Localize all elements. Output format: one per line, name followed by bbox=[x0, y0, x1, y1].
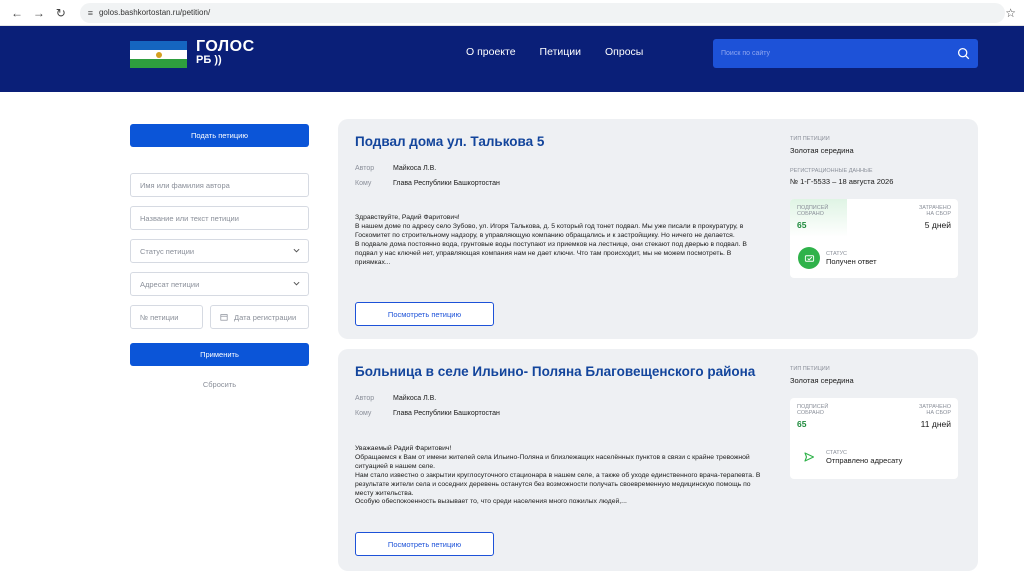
petition-excerpt: Здравствуйте, Радий Фаритович! В нашем д… bbox=[355, 214, 768, 267]
reg-value: № 1-Г-5533 – 18 августа 2026 bbox=[790, 177, 894, 186]
excerpt-line: Особую обеспокоенность вызывает то, что … bbox=[355, 498, 627, 506]
type-label: ТИП ПЕТИЦИИ bbox=[790, 366, 830, 372]
nav-polls[interactable]: Опросы bbox=[605, 46, 643, 58]
type-value: Золотая середина bbox=[790, 146, 854, 155]
logo-sub-text: РБ bbox=[196, 54, 212, 66]
number-date-row: № петиции Дата регистрации bbox=[130, 305, 309, 329]
petition-text-field[interactable]: Название или текст петиции bbox=[130, 206, 309, 230]
addressee-select[interactable]: Адресат петиции bbox=[130, 272, 309, 296]
petition-author-row: Автор Майкоса Л.В. bbox=[355, 395, 436, 402]
author-placeholder: Имя или фамилия автора bbox=[140, 180, 230, 190]
to-label: Кому bbox=[355, 180, 372, 187]
chevron-down-icon bbox=[293, 248, 300, 253]
browser-toolbar: ← → ↻ ≡ golos.bashkortostan.ru/petition/… bbox=[0, 0, 1024, 26]
excerpt-line: Нам стало известно о закрытии круглосуто… bbox=[355, 471, 761, 497]
signatures-label-2: СОБРАНО bbox=[797, 211, 824, 217]
petition-stats: ПОДПИСЕЙ СОБРАНО 65 ЗАТРАЧЕНО НА СБОР 11… bbox=[790, 398, 958, 479]
status-placeholder: Статус петиции bbox=[140, 246, 195, 256]
site-settings-icon[interactable]: ≡ bbox=[88, 8, 93, 18]
status-value: Отправлено адресату bbox=[826, 455, 903, 465]
excerpt-line: В нашем доме по адресу село Зубово, ул. … bbox=[355, 222, 744, 239]
excerpt-line: Уважаемый Радий Фаритович! bbox=[355, 445, 452, 452]
answer-received-icon bbox=[798, 247, 820, 269]
number-placeholder: № петиции bbox=[140, 312, 179, 322]
sound-waves-icon: )) bbox=[214, 54, 222, 66]
send-icon bbox=[798, 446, 820, 468]
excerpt-line: Обращаемся к Вам от имени жителей села И… bbox=[355, 453, 750, 470]
excerpt-line: В подвале дома постоянно вода, грунтовые… bbox=[355, 240, 747, 266]
petition-number-field[interactable]: № петиции bbox=[130, 305, 203, 329]
calendar-icon bbox=[220, 314, 228, 321]
petition-to-row: Кому Глава Республики Башкортостан bbox=[355, 410, 500, 417]
petition-title[interactable]: Подвал дома ул. Талькова 5 bbox=[355, 134, 544, 149]
spent-block: ЗАТРАЧЕНО НА СБОР 5 дней bbox=[919, 205, 951, 230]
reset-link[interactable]: Сбросить bbox=[130, 380, 309, 389]
spent-days: 5 дней bbox=[924, 220, 951, 230]
author-label: Автор bbox=[355, 165, 375, 172]
view-petition-button[interactable]: Посмотреть петицию bbox=[355, 532, 494, 556]
petition-card: Больница в селе Ильино- Поляна Благовеще… bbox=[338, 349, 978, 571]
signatures-count: 65 bbox=[797, 220, 807, 230]
author-value: Майкоса Л.В. bbox=[393, 395, 437, 402]
url-text: golos.bashkortostan.ru/petition/ bbox=[98, 8, 211, 17]
reload-icon[interactable]: ↻ bbox=[52, 4, 70, 22]
reg-label: РЕГИСТРАЦИОННЫЕ ДАННЫЕ bbox=[790, 168, 873, 174]
excerpt-line: Здравствуйте, Радий Фаритович! bbox=[355, 214, 460, 221]
nav-about[interactable]: О проекте bbox=[466, 46, 516, 58]
site-search bbox=[713, 39, 978, 68]
signatures-label-2: СОБРАНО bbox=[797, 410, 824, 416]
nav-petitions[interactable]: Петиции bbox=[540, 46, 581, 58]
site-header: ГОЛОС РБ )) О проекте Петиции Опросы bbox=[0, 26, 1024, 92]
search-icon[interactable] bbox=[957, 47, 970, 60]
type-value: Золотая середина bbox=[790, 376, 854, 385]
forward-icon[interactable]: → bbox=[30, 4, 48, 22]
status-value: Получен ответ bbox=[826, 256, 877, 266]
spent-days: 11 дней bbox=[920, 419, 951, 429]
back-icon[interactable]: ← bbox=[8, 4, 26, 22]
view-petition-button[interactable]: Посмотреть петицию bbox=[355, 302, 494, 326]
petition-author-row: Автор Майкоса Л.В. bbox=[355, 165, 436, 172]
addressee-placeholder: Адресат петиции bbox=[140, 279, 200, 289]
author-label: Автор bbox=[355, 395, 375, 402]
filter-sidebar: Подать петицию Имя или фамилия автора На… bbox=[130, 124, 309, 389]
spent-block: ЗАТРАЧЕНО НА СБОР 11 дней bbox=[919, 404, 951, 429]
registration-date-field[interactable]: Дата регистрации bbox=[210, 305, 309, 329]
author-value: Майкоса Л.В. bbox=[393, 165, 437, 172]
address-bar[interactable]: ≡ golos.bashkortostan.ru/petition/ bbox=[79, 2, 1006, 23]
petition-to-row: Кому Глава Республики Башкортостан bbox=[355, 180, 500, 187]
status-select[interactable]: Статус петиции bbox=[130, 239, 309, 263]
logo-subtitle: РБ )) bbox=[196, 54, 222, 66]
signatures-block: ПОДПИСЕЙ СОБРАНО 65 bbox=[790, 199, 847, 237]
to-value: Глава Республики Башкортостан bbox=[393, 410, 500, 417]
main-nav: О проекте Петиции Опросы bbox=[466, 46, 643, 58]
bashkortostan-flag-logo[interactable] bbox=[130, 41, 187, 68]
petition-title[interactable]: Больница в селе Ильино- Поляна Благовеще… bbox=[355, 364, 755, 379]
signatures-block: ПОДПИСЕЙ СОБРАНО 65 bbox=[790, 398, 847, 436]
to-label: Кому bbox=[355, 410, 372, 417]
petition-card: Подвал дома ул. Талькова 5 Автор Майкоса … bbox=[338, 119, 978, 339]
type-label: ТИП ПЕТИЦИИ bbox=[790, 136, 830, 142]
status-block: СТАТУС Получен ответ bbox=[798, 247, 877, 269]
status-block: СТАТУС Отправлено адресату bbox=[798, 446, 902, 468]
petition-excerpt: Уважаемый Радий Фаритович! Обращаемся к … bbox=[355, 445, 768, 507]
spent-label-2: НА СБОР bbox=[926, 410, 951, 416]
signatures-count: 65 bbox=[797, 419, 807, 429]
chevron-down-icon bbox=[293, 281, 300, 286]
author-field[interactable]: Имя или фамилия автора bbox=[130, 173, 309, 197]
bookmark-star-icon[interactable]: ☆ bbox=[1005, 6, 1016, 20]
apply-button[interactable]: Применить bbox=[130, 343, 309, 366]
search-input[interactable] bbox=[721, 50, 957, 57]
spent-label-2: НА СБОР bbox=[926, 211, 951, 217]
to-value: Глава Республики Башкортостан bbox=[393, 180, 500, 187]
date-placeholder: Дата регистрации bbox=[234, 312, 297, 322]
submit-petition-button[interactable]: Подать петицию bbox=[130, 124, 309, 147]
text-placeholder: Название или текст петиции bbox=[140, 213, 239, 223]
petition-stats: ПОДПИСЕЙ СОБРАНО 65 ЗАТРАЧЕНО НА СБОР 5 … bbox=[790, 199, 958, 278]
logo-title[interactable]: ГОЛОС bbox=[196, 39, 255, 55]
